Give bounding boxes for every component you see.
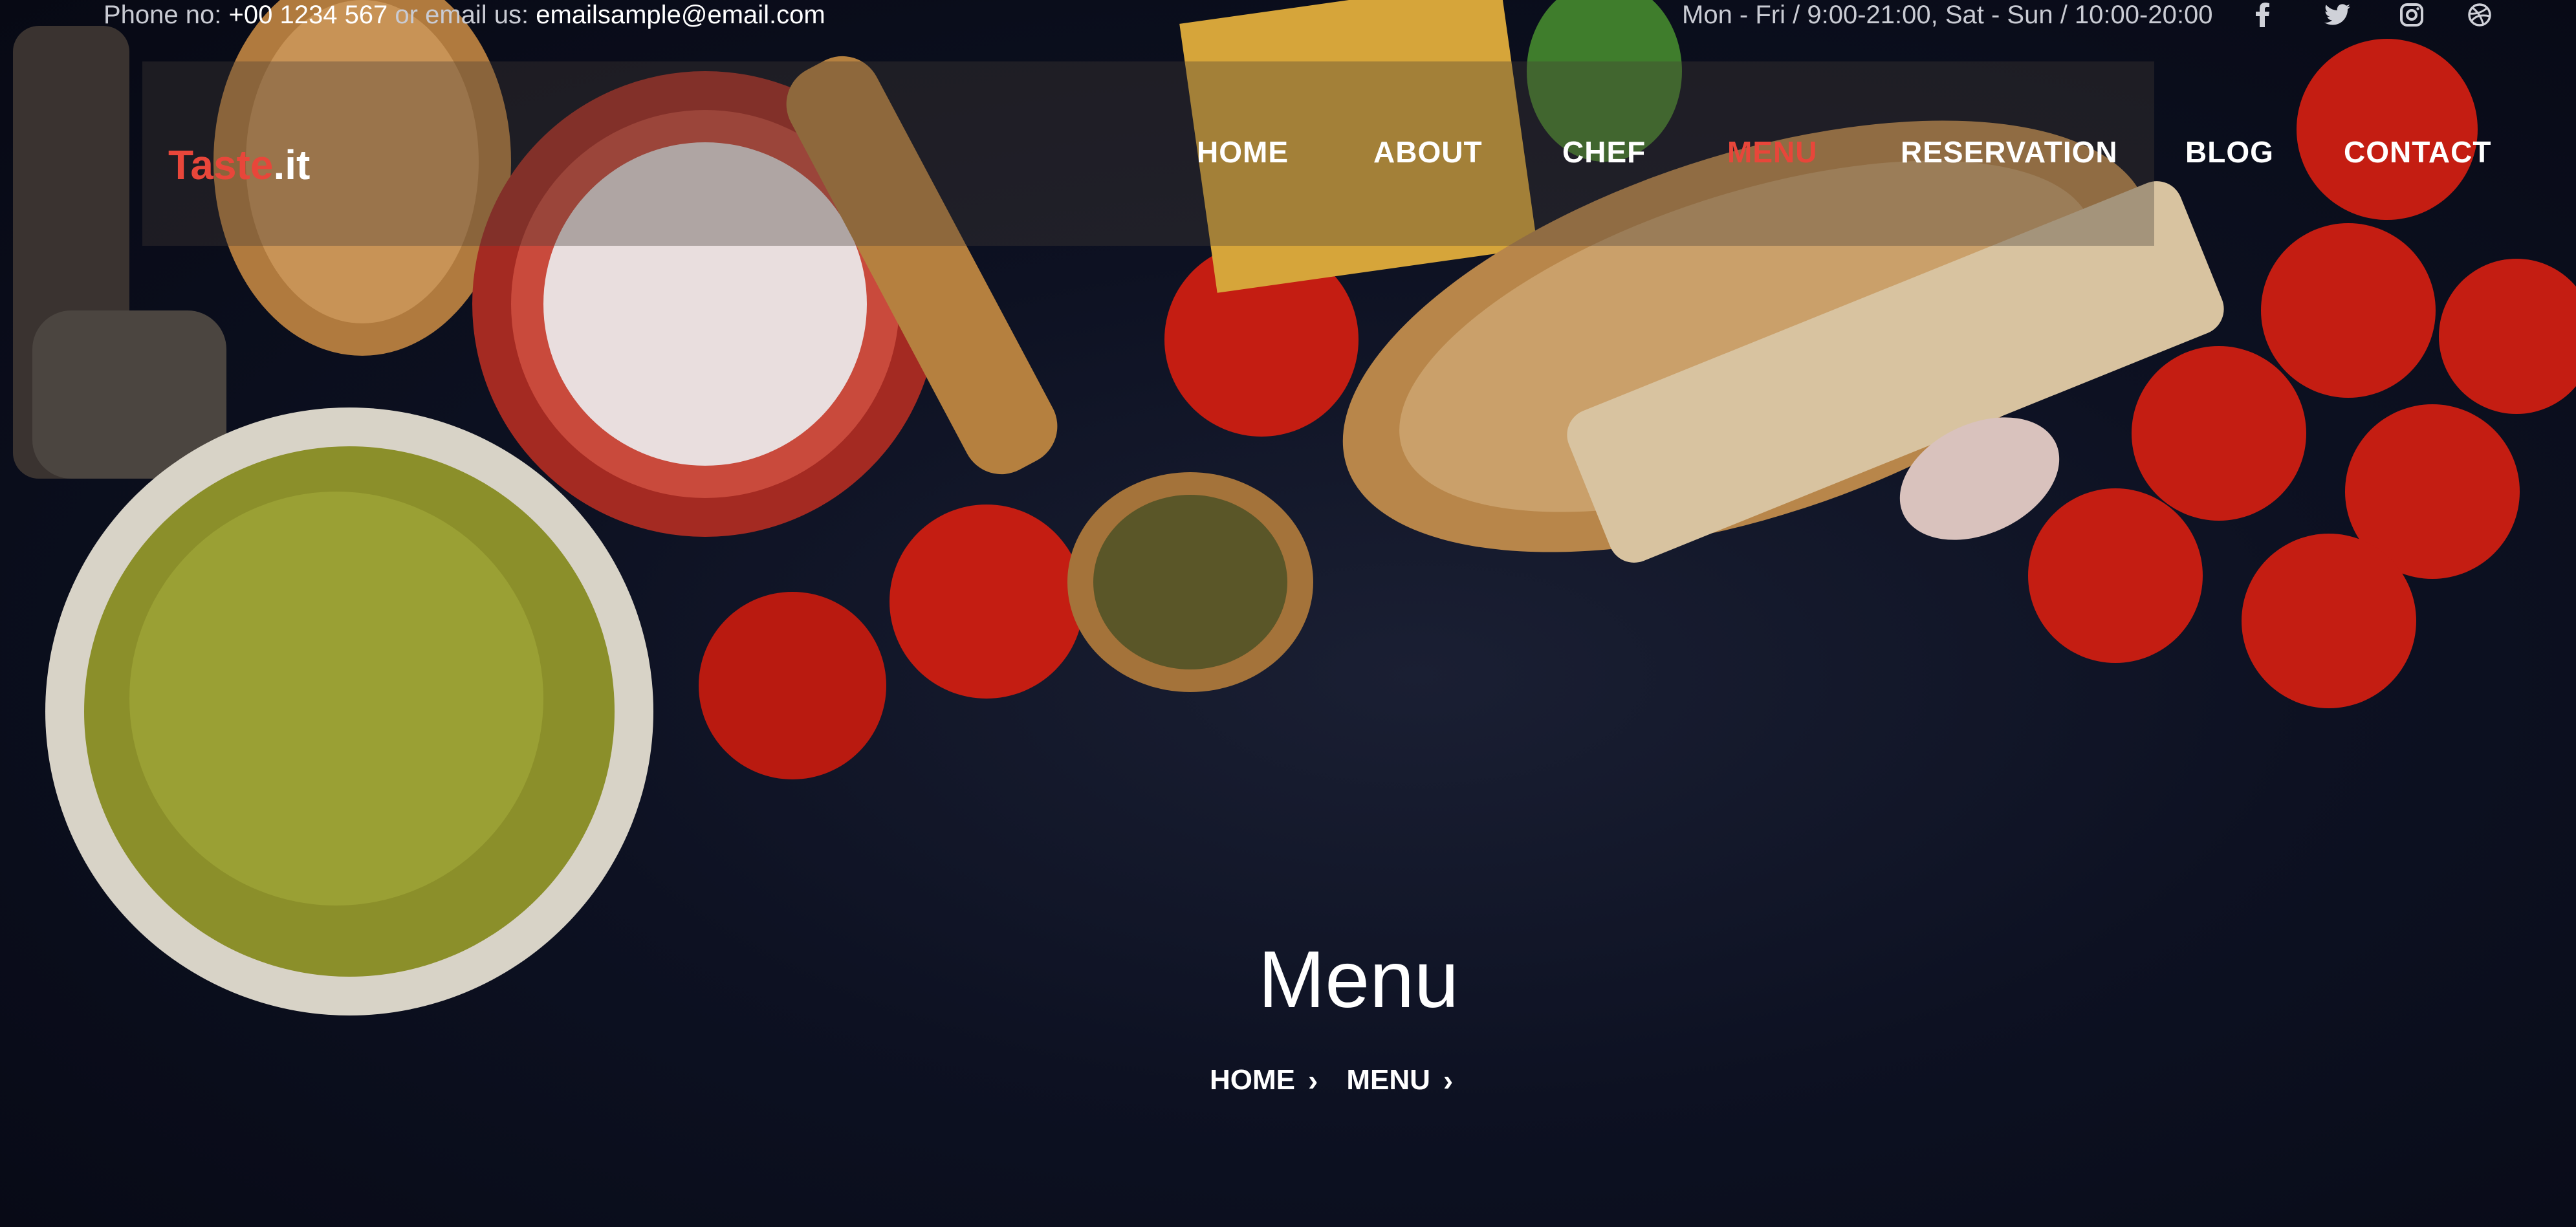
- phone-number[interactable]: +00 1234 567: [229, 1, 388, 29]
- chevron-right-icon: ›: [1308, 1063, 1318, 1097]
- logo-text-main: Taste: [168, 142, 274, 188]
- nav-item-about[interactable]: ABOUT: [1373, 129, 1483, 175]
- phone-label: Phone no:: [104, 1, 229, 29]
- facebook-icon[interactable]: [2248, 0, 2278, 30]
- logo-text-suffix: .it: [273, 142, 311, 188]
- main-navbar: [142, 61, 2154, 246]
- opening-hours: Mon - Fri / 9:00-21:00, Sat - Sun / 10:0…: [1682, 1, 2213, 29]
- nav-item-chef[interactable]: CHEF: [1562, 129, 1646, 175]
- top-info-bar: Phone no: +00 1234 567 or email us: emai…: [0, 0, 2576, 39]
- nav-item-contact[interactable]: CONTACT: [2344, 129, 2491, 175]
- chevron-right-icon: ›: [1443, 1063, 1454, 1097]
- instagram-icon[interactable]: [2397, 0, 2427, 30]
- dribbble-icon[interactable]: [2465, 0, 2494, 30]
- nav-item-menu[interactable]: MENU: [1727, 129, 1817, 175]
- breadcrumb-home[interactable]: HOME: [1210, 1061, 1295, 1100]
- breadcrumb: HOME › MENU ›: [1210, 1061, 1468, 1100]
- breadcrumb-menu: MENU: [1346, 1064, 1430, 1096]
- nav-item-reservation[interactable]: RESERVATION: [1901, 129, 2118, 175]
- twitter-icon[interactable]: [2322, 0, 2352, 30]
- nav-item-home[interactable]: HOME: [1197, 129, 1289, 175]
- nav-item-blog[interactable]: BLOG: [2185, 129, 2274, 175]
- email-label: or email us:: [387, 1, 536, 29]
- site-logo[interactable]: Taste.it: [168, 139, 310, 191]
- page-title: Menu: [1258, 935, 1459, 1025]
- contact-info: Phone no: +00 1234 567 or email us: emai…: [104, 0, 825, 30]
- email-link[interactable]: emailsample@email.com: [536, 1, 825, 29]
